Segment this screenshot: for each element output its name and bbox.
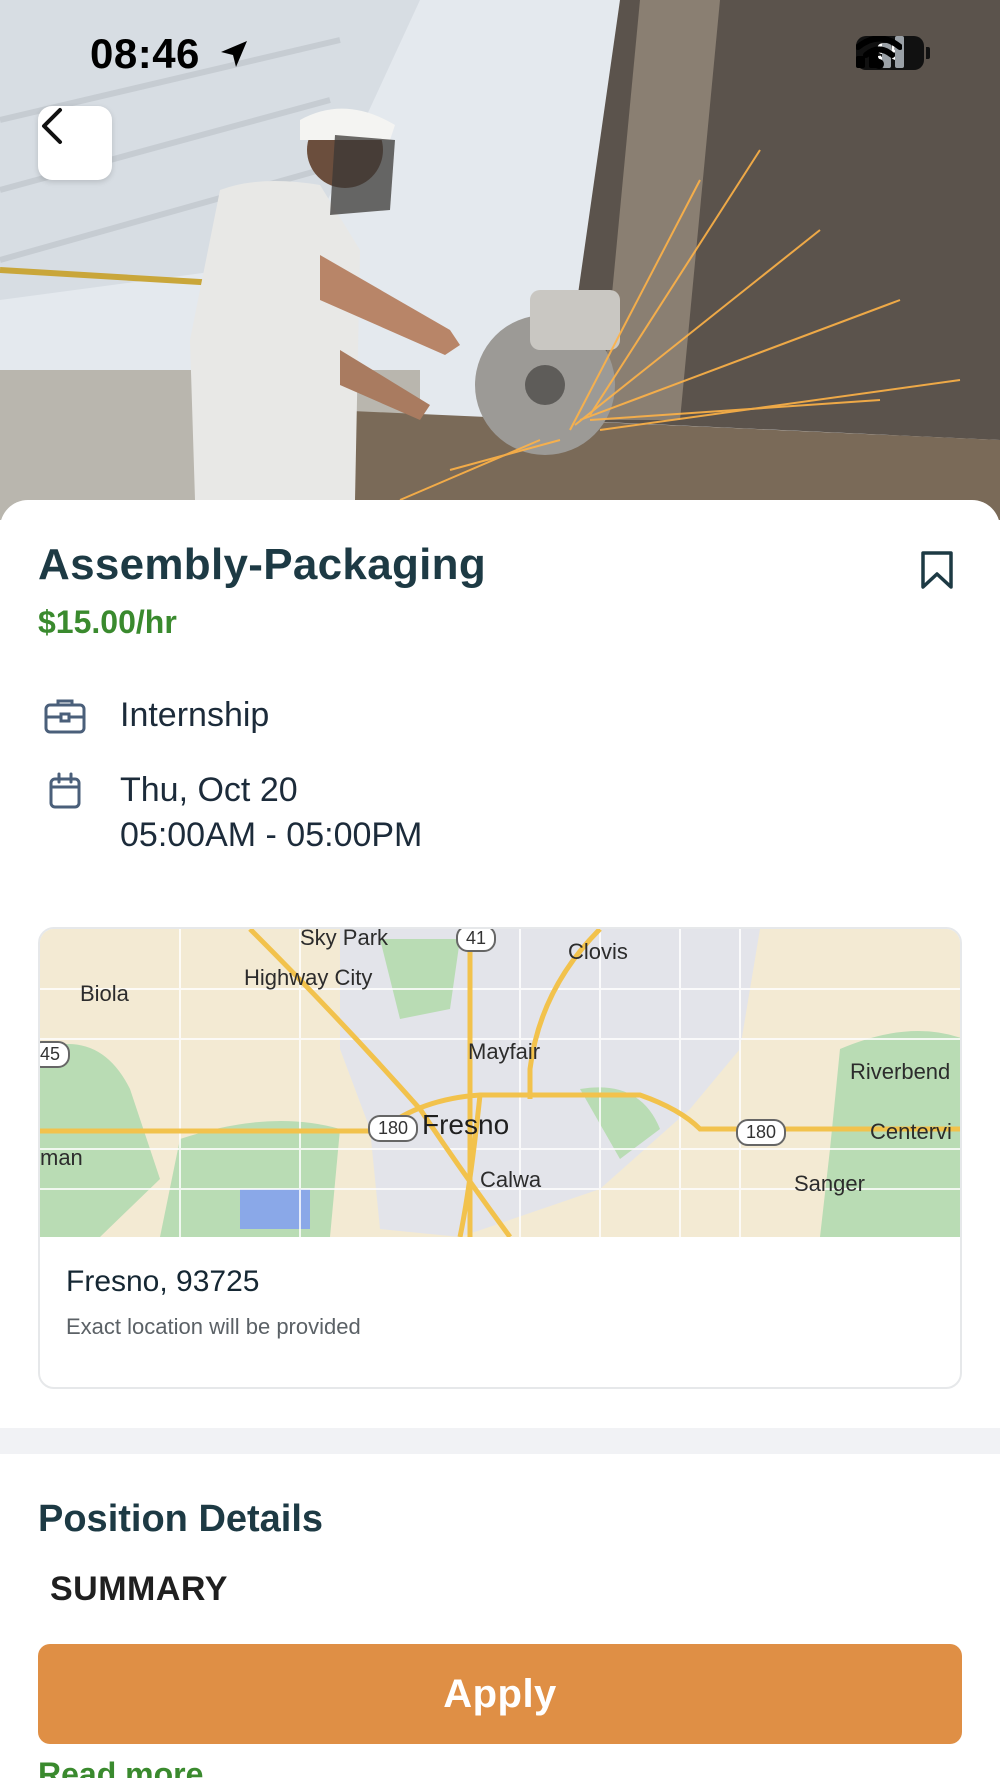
map-shield-180-east: 180 bbox=[736, 1119, 787, 1146]
back-button[interactable] bbox=[38, 106, 112, 180]
map-shield-41: 41 bbox=[456, 929, 497, 952]
status-icons: 95 bbox=[856, 36, 930, 70]
chevron-left-icon bbox=[42, 108, 62, 144]
calendar-icon bbox=[38, 768, 92, 810]
map-label-highway-city: Highway City bbox=[244, 965, 373, 990]
map-label-mayfair: Mayfair bbox=[468, 1039, 541, 1064]
summary-heading: SUMMARY bbox=[50, 1570, 228, 1608]
map-shield-180-west: 180 bbox=[368, 1115, 419, 1142]
map-label-biola: Biola bbox=[80, 981, 129, 1006]
map-label-sanger: Sanger bbox=[794, 1171, 865, 1196]
bookmark-button[interactable] bbox=[920, 550, 954, 595]
map-label-riverbend: Riverbend bbox=[850, 1059, 951, 1084]
job-type: Internship bbox=[120, 696, 270, 734]
map-label-centerville: Centervi bbox=[870, 1119, 952, 1144]
job-date: Thu, Oct 20 bbox=[120, 771, 298, 809]
bookmark-icon bbox=[921, 551, 953, 589]
section-divider bbox=[0, 1428, 1000, 1454]
map-label-calwa: Calwa bbox=[480, 1167, 542, 1192]
status-time: 08:46 bbox=[90, 30, 200, 77]
battery-tip bbox=[926, 47, 930, 59]
hero-photo bbox=[0, 0, 1000, 520]
pay-rate: $15.00/hr bbox=[38, 604, 177, 640]
location-note: Exact location will be provided bbox=[66, 1314, 361, 1339]
job-title: Assembly-Packaging bbox=[38, 540, 487, 589]
map-shield-45: 45 bbox=[40, 1041, 71, 1068]
briefcase-icon bbox=[38, 693, 92, 735]
map-label-fresno: Fresno bbox=[422, 1109, 510, 1140]
location-title: Fresno, 93725 bbox=[66, 1265, 260, 1298]
read-more-link[interactable]: Read more bbox=[38, 1756, 203, 1778]
position-details-heading: Position Details bbox=[38, 1498, 324, 1540]
wifi-icon bbox=[856, 36, 902, 69]
job-time-range: 05:00AM - 05:00PM bbox=[120, 816, 423, 854]
map-label-sky-park: Sky Park bbox=[300, 927, 389, 950]
map-label-clovis: Clovis bbox=[568, 939, 628, 964]
location-card[interactable]: Sky Park 41 Clovis Biola Highway City 45… bbox=[38, 927, 962, 1389]
job-type-row: Internship bbox=[38, 693, 269, 738]
hero-image: 08:46 95 bbox=[0, 0, 1000, 520]
schedule-row: Thu, Oct 20 05:00AM - 05:00PM bbox=[38, 768, 422, 858]
apply-button[interactable]: Apply bbox=[38, 1644, 962, 1744]
map-label-man: man bbox=[40, 1145, 83, 1170]
location-map[interactable]: Sky Park 41 Clovis Biola Highway City 45… bbox=[40, 927, 960, 1239]
